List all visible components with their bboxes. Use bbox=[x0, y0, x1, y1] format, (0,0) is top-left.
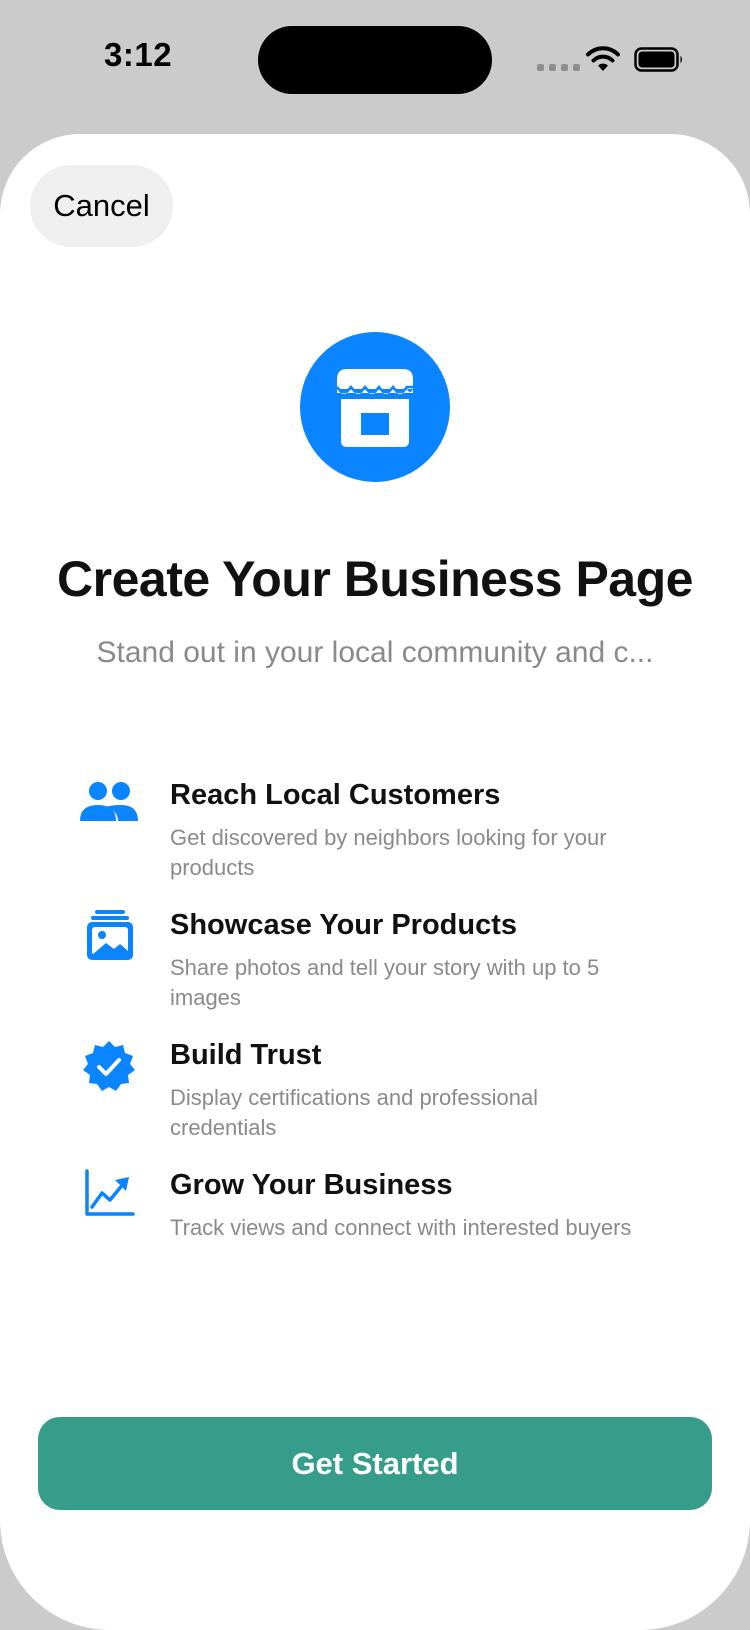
storefront-icon bbox=[300, 332, 450, 482]
feature-description: Get discovered by neighbors looking for … bbox=[170, 825, 607, 880]
cancel-button[interactable]: Cancel bbox=[30, 165, 173, 247]
dynamic-island bbox=[258, 26, 492, 94]
photo-stack-icon bbox=[87, 910, 133, 960]
wifi-icon bbox=[586, 46, 620, 71]
page-subtitle: Stand out in your local community and c.… bbox=[96, 636, 654, 669]
get-started-button[interactable]: Get Started bbox=[38, 1417, 712, 1510]
feature-title: Build Trust bbox=[170, 1039, 322, 1071]
status-time: 3:12 bbox=[104, 36, 173, 73]
feature-title: Reach Local Customers bbox=[170, 779, 501, 811]
cellular-signal-icon bbox=[537, 64, 580, 71]
feature-title: Showcase Your Products bbox=[170, 909, 518, 941]
page-title: Create Your Business Page bbox=[57, 551, 693, 607]
feature-description: Share photos and tell your story with up… bbox=[170, 955, 600, 1010]
people-icon bbox=[80, 782, 138, 821]
battery-icon bbox=[634, 47, 682, 72]
trending-chart-icon bbox=[85, 1169, 135, 1216]
feature-description: Track views and connect with interested … bbox=[170, 1215, 632, 1240]
feature-description: Display certifications and professional … bbox=[170, 1085, 539, 1140]
screen: 3:12 Cancel Create Your Business Page St… bbox=[0, 0, 750, 1630]
feature-title: Grow Your Business bbox=[170, 1169, 453, 1201]
verified-badge-icon bbox=[83, 1041, 135, 1091]
